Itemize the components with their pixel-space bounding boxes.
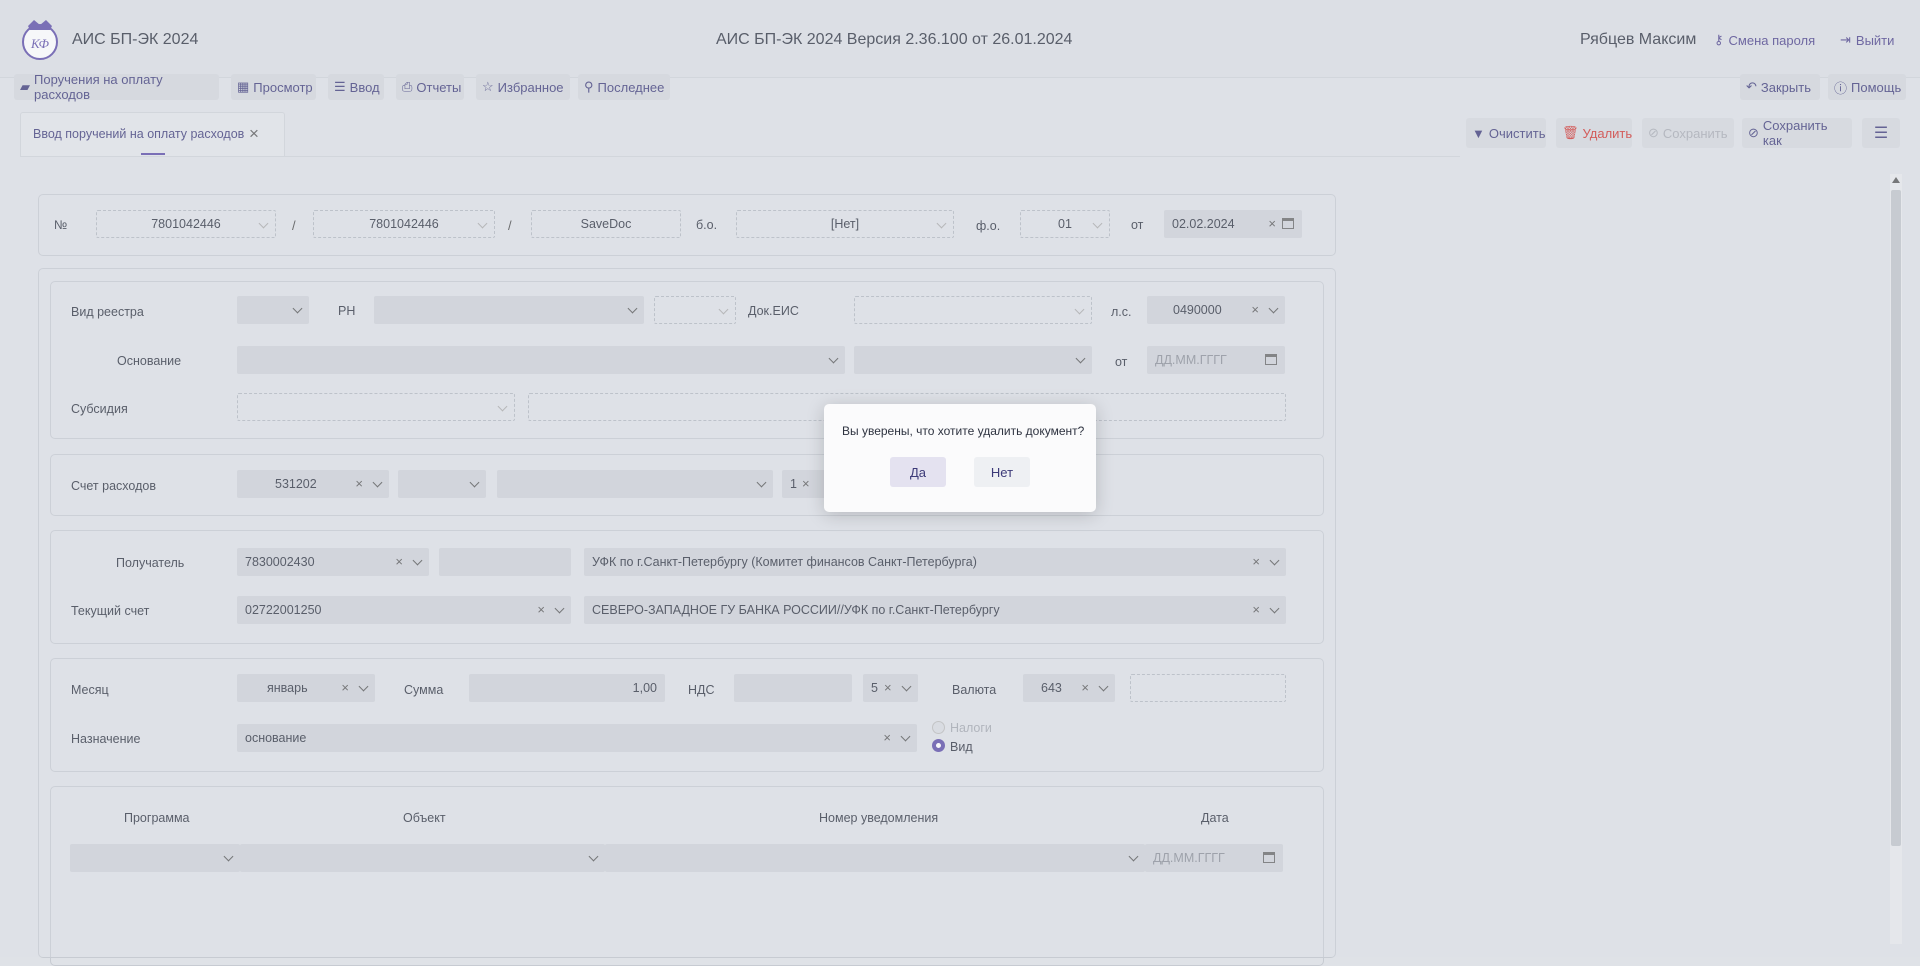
confirm-delete-dialog: Вы уверены, что хотите удалить документ?…: [824, 404, 1096, 512]
dialog-no-button[interactable]: Нет: [974, 457, 1030, 487]
dialog-yes-button[interactable]: Да: [890, 457, 946, 487]
dialog-message: Вы уверены, что хотите удалить документ?: [842, 424, 1085, 438]
